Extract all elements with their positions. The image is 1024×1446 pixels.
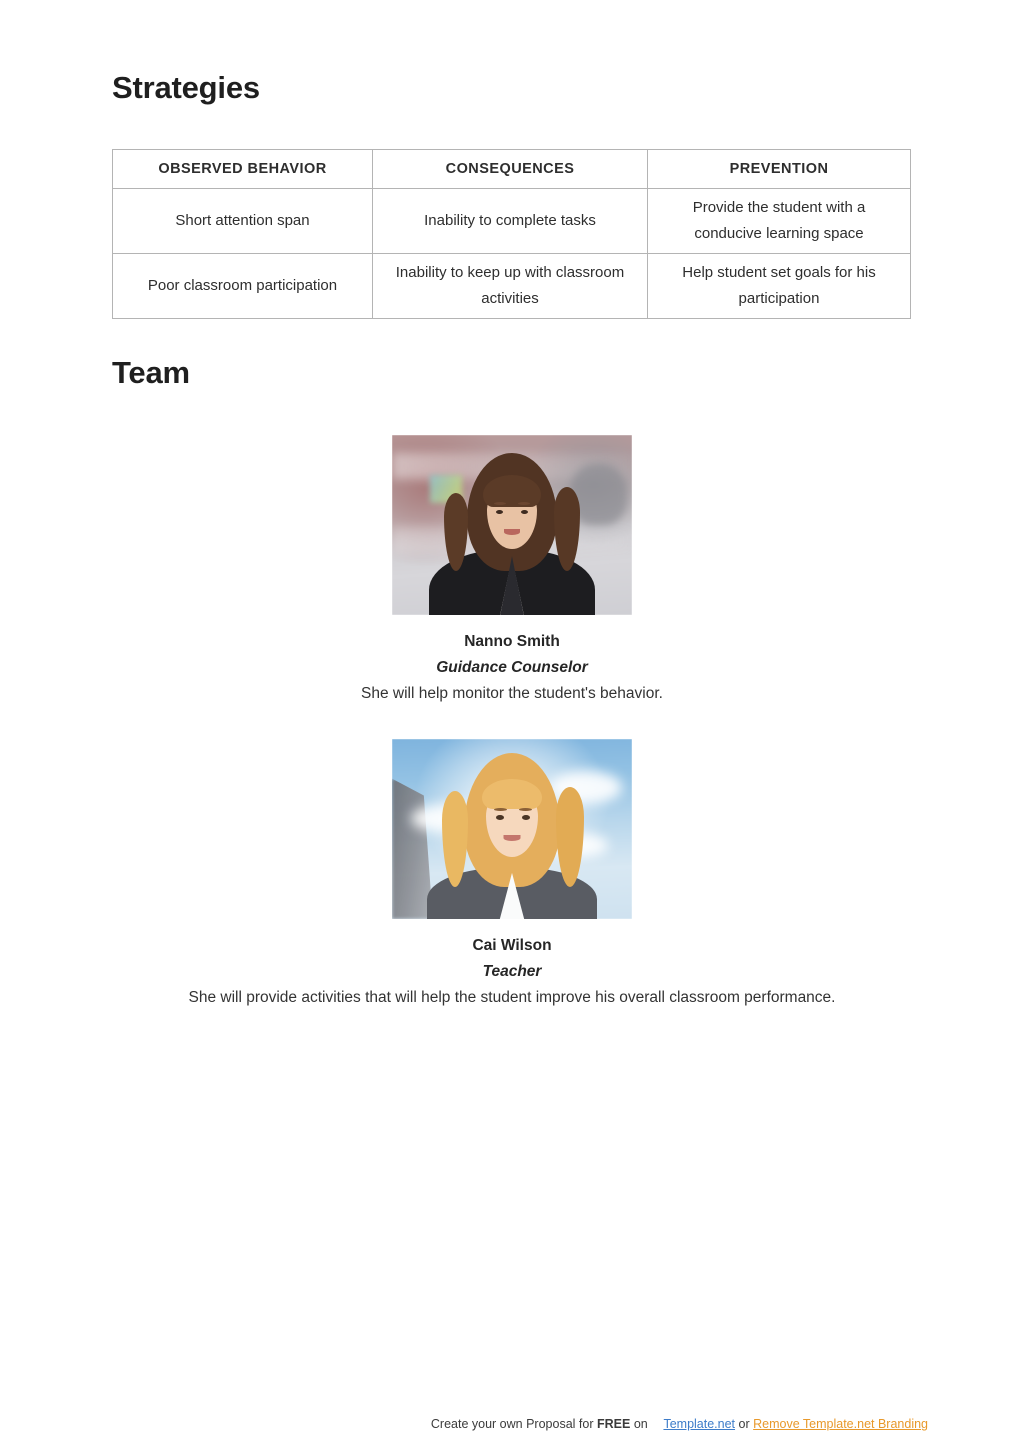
team-member-card: Nanno Smith Guidance Counselor She will …	[0, 435, 1024, 705]
column-header-observed-behavior: OBSERVED BEHAVIOR	[112, 149, 373, 189]
column-header-prevention: PREVENTION	[647, 149, 911, 189]
photo-person-figure	[392, 739, 632, 919]
team-member-description: She will provide activities that will he…	[188, 989, 836, 1006]
team-member-name: Nanno Smith	[464, 633, 560, 650]
team-section-heading: Team	[112, 355, 190, 390]
team-member-photo	[392, 435, 632, 615]
cell-observed-behavior: Poor classroom participation	[112, 253, 373, 319]
strategies-section-heading: Strategies	[112, 70, 260, 105]
document-page: Strategies OBSERVED BEHAVIOR CONSEQUENCE…	[0, 0, 1024, 1446]
team-member-photo	[392, 739, 632, 919]
footer-text-on: on	[633, 1417, 648, 1431]
team-member-role: Guidance Counselor	[436, 659, 588, 676]
table-header-row: OBSERVED BEHAVIOR CONSEQUENCES PREVENTIO…	[112, 149, 911, 189]
footer-branding-bar: Create your own Proposal for FREE on Tem…	[0, 1415, 1024, 1433]
team-member-card: Cai Wilson Teacher She will provide acti…	[0, 739, 1024, 1009]
cell-consequences: Inability to keep up with classroom acti…	[372, 253, 648, 319]
table-row: Poor classroom participation Inability t…	[112, 253, 911, 319]
team-member-role: Teacher	[482, 963, 542, 980]
template-net-link[interactable]: Template.net	[663, 1417, 735, 1431]
photo-person-figure	[392, 435, 632, 615]
column-header-consequences: CONSEQUENCES	[372, 149, 648, 189]
cell-consequences: Inability to complete tasks	[372, 188, 648, 254]
strategies-table: OBSERVED BEHAVIOR CONSEQUENCES PREVENTIO…	[112, 149, 911, 319]
team-member-description: She will help monitor the student's beha…	[361, 685, 663, 702]
team-member-name: Cai Wilson	[472, 937, 552, 954]
cell-prevention: Provide the student with a conducive lea…	[647, 188, 911, 254]
cell-prevention: Help student set goals for his participa…	[647, 253, 911, 319]
table-row: Short attention span Inability to comple…	[112, 188, 911, 254]
footer-text-before: Create your own Proposal for	[430, 1417, 594, 1431]
footer-free-label: FREE	[596, 1417, 631, 1431]
footer-or-label: or	[738, 1417, 750, 1431]
cell-observed-behavior: Short attention span	[112, 188, 373, 254]
remove-branding-link[interactable]: Remove Template.net Branding	[753, 1417, 928, 1431]
